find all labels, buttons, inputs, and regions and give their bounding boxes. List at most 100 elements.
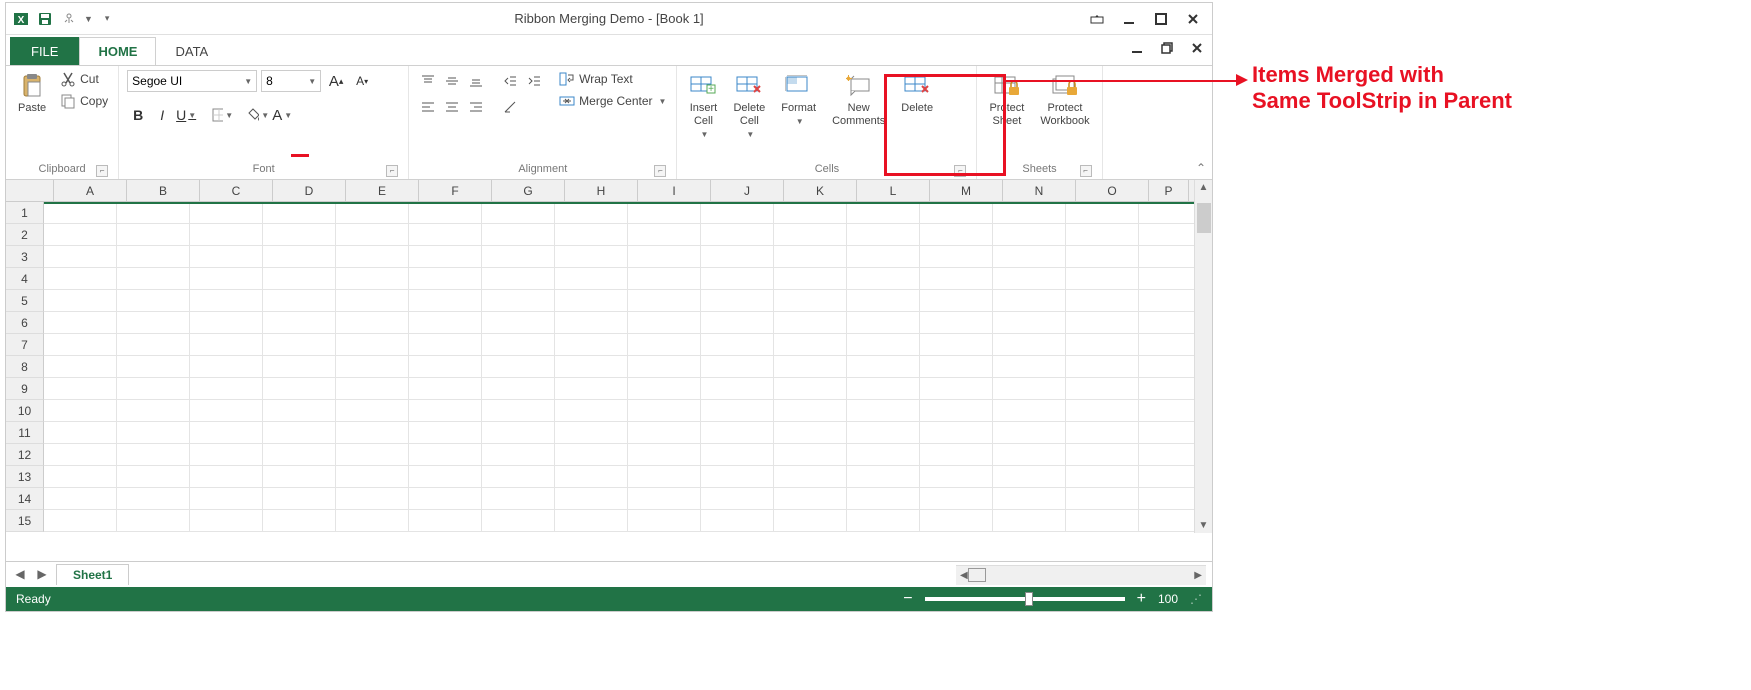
sheet-tab[interactable]: Sheet1 bbox=[56, 564, 129, 585]
column-header[interactable]: C bbox=[200, 180, 273, 201]
column-header[interactable]: I bbox=[638, 180, 711, 201]
ribbon-options-icon[interactable] bbox=[1088, 10, 1106, 28]
scroll-thumb[interactable] bbox=[1197, 203, 1211, 233]
child-close-icon[interactable] bbox=[1188, 39, 1206, 57]
row-header[interactable]: 15 bbox=[6, 510, 44, 532]
column-header[interactable]: A bbox=[54, 180, 127, 201]
row-header[interactable]: 7 bbox=[6, 334, 44, 356]
row-header[interactable]: 11 bbox=[6, 422, 44, 444]
column-header[interactable]: E bbox=[346, 180, 419, 201]
bold-button[interactable]: B bbox=[127, 104, 149, 126]
delete-comments-button[interactable]: Delete bbox=[897, 70, 937, 117]
zoom-slider-thumb[interactable] bbox=[1025, 592, 1033, 606]
sheet-nav-prev-icon[interactable]: ◀ bbox=[12, 567, 28, 583]
sheets-launcher-icon[interactable]: ⌐ bbox=[1080, 165, 1092, 177]
protect-sheet-button[interactable]: Protect Sheet bbox=[985, 70, 1028, 130]
column-header[interactable]: N bbox=[1003, 180, 1076, 201]
copy-button[interactable]: Copy bbox=[58, 92, 110, 110]
row-header[interactable]: 2 bbox=[6, 224, 44, 246]
scroll-left-icon[interactable]: ◀ bbox=[960, 570, 968, 581]
scroll-right-icon[interactable]: ▶ bbox=[1194, 570, 1202, 581]
paste-button[interactable]: Paste bbox=[14, 70, 50, 117]
save-icon[interactable] bbox=[36, 10, 54, 28]
column-header[interactable]: P bbox=[1149, 180, 1189, 201]
delete-cell-button[interactable]: Delete Cell▼ bbox=[729, 70, 769, 141]
clipboard-launcher-icon[interactable]: ⌐ bbox=[96, 165, 108, 177]
increase-indent-button[interactable] bbox=[523, 70, 545, 92]
font-size-combo[interactable]: 8▼ bbox=[261, 70, 321, 92]
row-header[interactable]: 12 bbox=[6, 444, 44, 466]
resize-grip-icon[interactable]: ⋰ bbox=[1190, 592, 1202, 606]
column-header[interactable]: F bbox=[419, 180, 492, 201]
cell-grid[interactable] bbox=[44, 202, 1212, 561]
align-center-button[interactable] bbox=[441, 96, 463, 118]
qat-customize-icon[interactable]: ▾ bbox=[105, 13, 110, 24]
column-header[interactable]: B bbox=[127, 180, 200, 201]
column-header[interactable]: L bbox=[857, 180, 930, 201]
protect-workbook-button[interactable]: Protect Workbook bbox=[1036, 70, 1093, 130]
column-header[interactable]: G bbox=[492, 180, 565, 201]
new-comments-button[interactable]: New Comments bbox=[828, 70, 889, 130]
vertical-scrollbar[interactable]: ▲ ▼ bbox=[1194, 180, 1212, 533]
qat-dropdown-icon[interactable]: ▼ bbox=[84, 14, 93, 24]
font-name-combo[interactable]: Segoe UI▼ bbox=[127, 70, 257, 92]
row-header[interactable]: 8 bbox=[6, 356, 44, 378]
wrap-text-button[interactable]: Wrap Text bbox=[557, 70, 668, 88]
row-header[interactable]: 9 bbox=[6, 378, 44, 400]
decrease-font-button[interactable]: A▾ bbox=[351, 70, 373, 92]
alignment-launcher-icon[interactable]: ⌐ bbox=[654, 165, 666, 177]
row-header[interactable]: 10 bbox=[6, 400, 44, 422]
row-header[interactable]: 5 bbox=[6, 290, 44, 312]
font-launcher-icon[interactable]: ⌐ bbox=[386, 165, 398, 177]
font-color-button[interactable]: A▼ bbox=[271, 104, 293, 126]
increase-font-button[interactable]: A▴ bbox=[325, 70, 347, 92]
child-minimize-icon[interactable] bbox=[1128, 39, 1146, 57]
zoom-slider[interactable] bbox=[925, 597, 1125, 601]
row-header[interactable]: 14 bbox=[6, 488, 44, 510]
tab-home[interactable]: HOME bbox=[79, 37, 156, 66]
zoom-in-icon[interactable]: + bbox=[1137, 590, 1146, 608]
column-header[interactable]: D bbox=[273, 180, 346, 201]
tab-file[interactable]: FILE bbox=[10, 37, 79, 65]
align-left-button[interactable] bbox=[417, 96, 439, 118]
merge-center-button[interactable]: Merge Center ▼ bbox=[557, 92, 668, 110]
column-header[interactable]: O bbox=[1076, 180, 1149, 201]
cut-button[interactable]: Cut bbox=[58, 70, 110, 88]
fill-color-button[interactable]: ▼ bbox=[247, 104, 269, 126]
sheet-nav-next-icon[interactable]: ▶ bbox=[34, 567, 50, 583]
column-header[interactable]: K bbox=[784, 180, 857, 201]
touch-mode-icon[interactable] bbox=[60, 10, 78, 28]
border-button[interactable]: ▼ bbox=[211, 104, 233, 126]
horizontal-scrollbar[interactable]: ◀ ▶ bbox=[956, 565, 1206, 585]
scroll-thumb[interactable] bbox=[968, 568, 986, 582]
column-header[interactable]: J bbox=[711, 180, 784, 201]
child-restore-icon[interactable] bbox=[1158, 39, 1176, 57]
zoom-level[interactable]: 100 bbox=[1158, 592, 1178, 606]
collapse-ribbon-icon[interactable]: ⌃ bbox=[1196, 161, 1206, 175]
row-header[interactable]: 6 bbox=[6, 312, 44, 334]
align-middle-button[interactable] bbox=[441, 70, 463, 92]
row-header[interactable]: 4 bbox=[6, 268, 44, 290]
tab-data[interactable]: DATA bbox=[156, 37, 227, 65]
underline-button[interactable]: U▼ bbox=[175, 104, 197, 126]
maximize-icon[interactable] bbox=[1152, 10, 1170, 28]
decrease-indent-button[interactable] bbox=[499, 70, 521, 92]
row-header[interactable]: 13 bbox=[6, 466, 44, 488]
scroll-up-icon[interactable]: ▲ bbox=[1199, 182, 1209, 193]
zoom-out-icon[interactable]: − bbox=[903, 590, 912, 608]
align-bottom-button[interactable] bbox=[465, 70, 487, 92]
row-header[interactable]: 1 bbox=[6, 202, 44, 224]
close-icon[interactable] bbox=[1184, 10, 1202, 28]
align-right-button[interactable] bbox=[465, 96, 487, 118]
italic-button[interactable]: I bbox=[151, 104, 173, 126]
column-header[interactable]: M bbox=[930, 180, 1003, 201]
row-header[interactable]: 3 bbox=[6, 246, 44, 268]
select-all-corner[interactable] bbox=[6, 180, 54, 201]
insert-cell-button[interactable]: + Insert Cell▼ bbox=[685, 70, 721, 141]
scroll-down-icon[interactable]: ▼ bbox=[1199, 520, 1209, 531]
format-button[interactable]: Format▼ bbox=[777, 70, 820, 128]
align-top-button[interactable] bbox=[417, 70, 439, 92]
minimize-icon[interactable] bbox=[1120, 10, 1138, 28]
cells-launcher-icon[interactable]: ⌐ bbox=[954, 165, 966, 177]
column-header[interactable]: H bbox=[565, 180, 638, 201]
